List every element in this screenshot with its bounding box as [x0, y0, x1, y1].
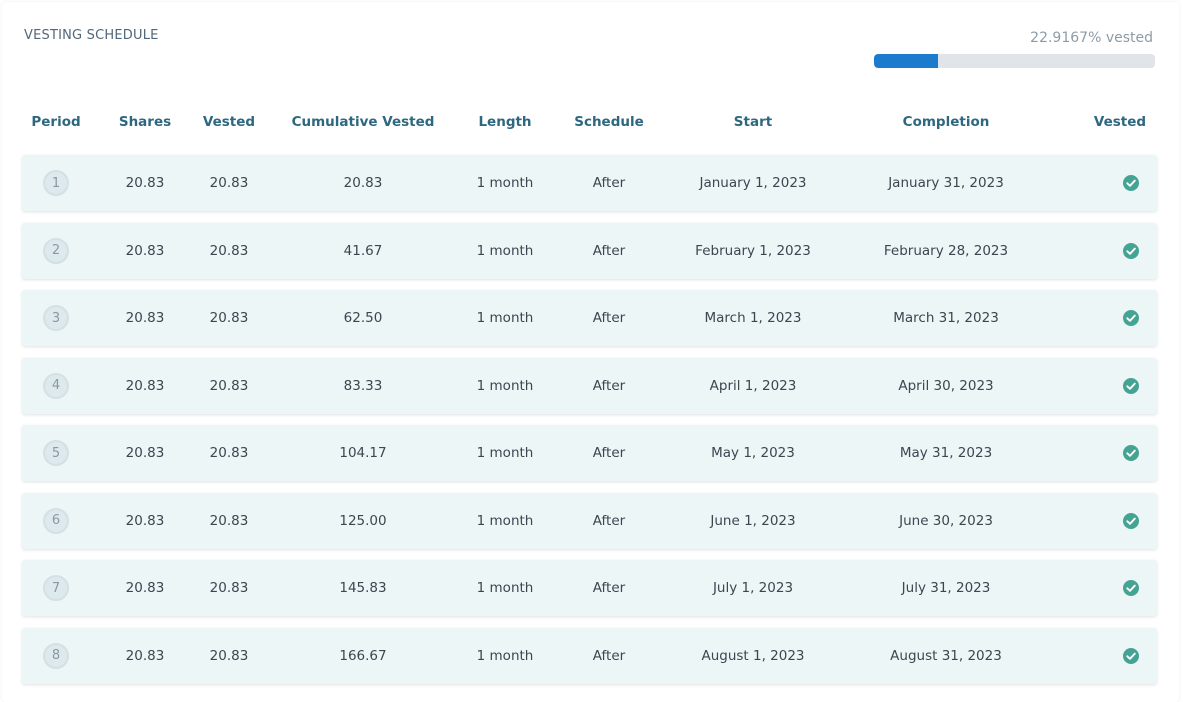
schedule-cell: After — [592, 310, 626, 326]
shares-cell: 20.83 — [125, 242, 165, 259]
start-date-cell: June 1, 2023 — [710, 512, 796, 529]
completion-date-cell: August 31, 2023 — [890, 647, 1002, 664]
start-date-cell: March 1, 2023 — [704, 310, 802, 326]
start-date-cell: July 1, 2023 — [712, 580, 794, 596]
table-header: Period Shares Vested Cumulative Vested L… — [22, 114, 1157, 136]
cumulative-vested-cell: 20.83 — [343, 175, 383, 191]
completion-date-cell: January 31, 2023 — [888, 175, 1004, 191]
shares-cell: 20.83 — [125, 310, 165, 326]
vested-cell: 20.83 — [209, 242, 249, 259]
check-circle-icon — [1123, 377, 1139, 394]
column-header-start[interactable]: Start — [734, 114, 772, 130]
vesting-progress-bar — [874, 54, 1155, 68]
schedule-cell: After — [592, 175, 626, 191]
table-row[interactable]: 4 20.83 20.83 83.33 1 month After April … — [22, 357, 1157, 414]
period-badge: 1 — [43, 170, 69, 196]
period-badge: 8 — [43, 642, 69, 669]
length-cell: 1 month — [476, 242, 534, 259]
column-header-vested[interactable]: Vested — [203, 114, 255, 130]
start-date-cell: January 1, 2023 — [699, 175, 807, 191]
vested-cell: 20.83 — [209, 377, 249, 394]
table-row[interactable]: 3 20.83 20.83 62.50 1 month After March … — [22, 290, 1157, 346]
column-header-period[interactable]: Period — [31, 114, 80, 130]
length-cell: 1 month — [476, 445, 534, 461]
column-header-shares[interactable]: Shares — [119, 114, 171, 130]
cumulative-vested-cell: 41.67 — [343, 242, 383, 259]
table-row[interactable]: 2 20.83 20.83 41.67 1 month After Februa… — [22, 222, 1157, 279]
check-circle-icon — [1123, 580, 1139, 596]
check-circle-icon — [1123, 512, 1139, 529]
vested-percent-label: 22.9167% vested — [1030, 30, 1153, 46]
table-row[interactable]: 7 20.83 20.83 145.83 1 month After July … — [22, 560, 1157, 616]
shares-cell: 20.83 — [125, 647, 165, 664]
column-header-schedule[interactable]: Schedule — [574, 114, 644, 130]
cumulative-vested-cell: 104.17 — [339, 445, 387, 461]
start-date-cell: May 1, 2023 — [711, 445, 795, 461]
completion-date-cell: March 31, 2023 — [893, 310, 999, 326]
shares-cell: 20.83 — [125, 175, 165, 191]
vesting-progress-fill — [874, 54, 939, 68]
schedule-cell: After — [592, 242, 626, 259]
vested-cell: 20.83 — [209, 445, 249, 461]
period-badge: 5 — [43, 440, 69, 466]
completion-date-cell: April 30, 2023 — [898, 377, 994, 394]
start-date-cell: April 1, 2023 — [709, 377, 797, 394]
schedule-cell: After — [592, 580, 626, 596]
schedule-cell: After — [592, 512, 626, 529]
length-cell: 1 month — [476, 377, 534, 394]
length-cell: 1 month — [476, 580, 534, 596]
shares-cell: 20.83 — [125, 580, 165, 596]
schedule-cell: After — [592, 647, 626, 664]
cumulative-vested-cell: 125.00 — [339, 512, 387, 529]
schedule-cell: After — [592, 377, 626, 394]
vesting-schedule-panel: VESTING SCHEDULE 22.9167% vested Period … — [2, 2, 1179, 702]
vesting-rows: 1 20.83 20.83 20.83 1 month After Januar… — [22, 155, 1157, 695]
check-circle-icon — [1123, 242, 1139, 259]
start-date-cell: August 1, 2023 — [701, 647, 805, 664]
column-header-vested-status[interactable]: Vested — [1094, 114, 1146, 130]
length-cell: 1 month — [476, 647, 534, 664]
section-title: VESTING SCHEDULE — [24, 28, 159, 43]
period-badge: 2 — [43, 237, 69, 264]
check-circle-icon — [1123, 647, 1139, 664]
table-row[interactable]: 6 20.83 20.83 125.00 1 month After June … — [22, 492, 1157, 549]
length-cell: 1 month — [476, 512, 534, 529]
length-cell: 1 month — [476, 310, 534, 326]
period-badge: 4 — [43, 372, 69, 399]
completion-date-cell: May 31, 2023 — [899, 445, 993, 461]
completion-date-cell: July 31, 2023 — [901, 580, 991, 596]
column-header-completion[interactable]: Completion — [903, 114, 990, 130]
cumulative-vested-cell: 62.50 — [343, 310, 383, 326]
completion-date-cell: June 30, 2023 — [899, 512, 993, 529]
column-header-length[interactable]: Length — [478, 114, 531, 130]
period-badge: 3 — [43, 305, 69, 331]
cumulative-vested-cell: 145.83 — [339, 580, 387, 596]
table-row[interactable]: 1 20.83 20.83 20.83 1 month After Januar… — [22, 155, 1157, 211]
vested-cell: 20.83 — [209, 175, 249, 191]
shares-cell: 20.83 — [125, 377, 165, 394]
check-circle-icon — [1123, 310, 1139, 326]
check-circle-icon — [1123, 445, 1139, 461]
vested-cell: 20.83 — [209, 647, 249, 664]
table-row[interactable]: 8 20.83 20.83 166.67 1 month After Augus… — [22, 627, 1157, 684]
completion-date-cell: February 28, 2023 — [883, 242, 1009, 259]
shares-cell: 20.83 — [125, 512, 165, 529]
period-badge: 7 — [43, 575, 69, 601]
vested-cell: 20.83 — [209, 580, 249, 596]
table-row[interactable]: 5 20.83 20.83 104.17 1 month After May 1… — [22, 425, 1157, 481]
column-header-cumulative-vested[interactable]: Cumulative Vested — [292, 114, 435, 130]
shares-cell: 20.83 — [125, 445, 165, 461]
vested-cell: 20.83 — [209, 310, 249, 326]
length-cell: 1 month — [476, 175, 534, 191]
cumulative-vested-cell: 83.33 — [343, 377, 383, 394]
check-circle-icon — [1123, 175, 1139, 191]
vested-cell: 20.83 — [209, 512, 249, 529]
cumulative-vested-cell: 166.67 — [339, 647, 387, 664]
schedule-cell: After — [592, 445, 626, 461]
start-date-cell: February 1, 2023 — [695, 242, 811, 259]
period-badge: 6 — [43, 507, 69, 534]
